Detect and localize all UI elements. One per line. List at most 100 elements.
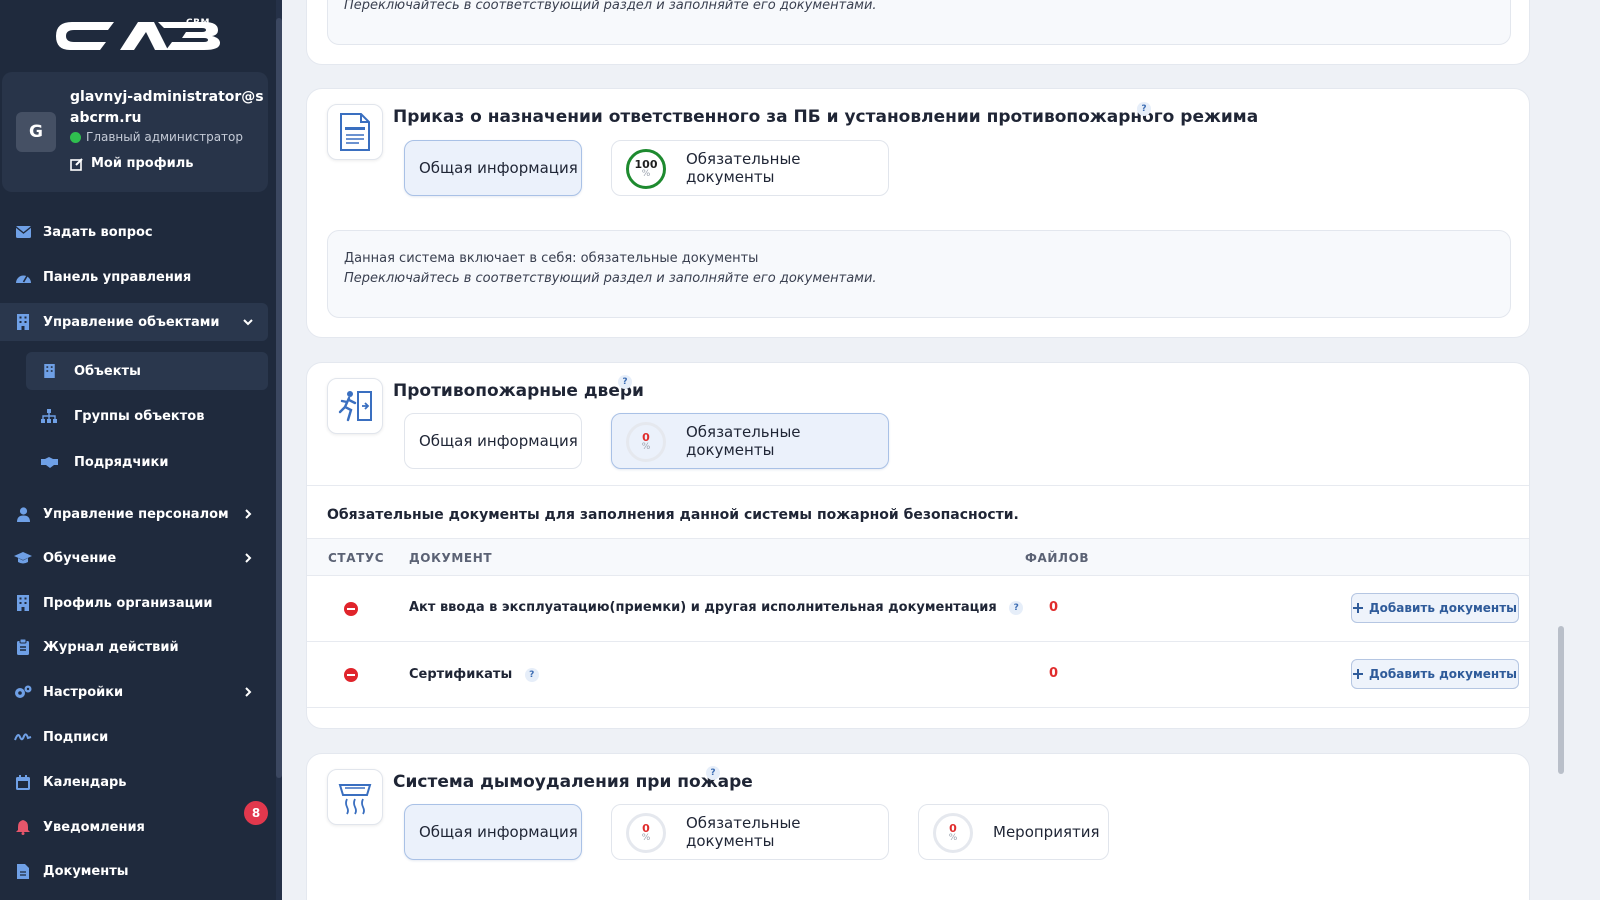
nav-documents-label: Документы: [43, 863, 129, 879]
progress-percent-sign: %: [948, 833, 958, 843]
nav-ask-question[interactable]: Задать вопрос: [0, 213, 268, 251]
help-icon[interactable]: ?: [618, 375, 632, 389]
tab-required-docs[interactable]: 100 % Обязательные документы: [611, 140, 889, 196]
tab-general-info-label: Общая информация: [419, 159, 578, 177]
document-order-icon: [327, 104, 383, 160]
nav-object-groups[interactable]: Группы объектов: [26, 397, 268, 435]
nav-ask-question-label: Задать вопрос: [43, 224, 153, 240]
nav-objects-label: Объекты: [74, 363, 141, 379]
help-icon[interactable]: ?: [706, 766, 720, 780]
progress-circle: 100 %: [626, 149, 666, 189]
tab-general-info[interactable]: Общая информация: [404, 413, 582, 469]
files-count: 0: [1049, 600, 1059, 615]
nav-journal[interactable]: Журнал действий: [0, 628, 268, 666]
plus-icon: [1352, 603, 1363, 613]
tab-general-info-label: Общая информация: [419, 823, 578, 841]
nav-settings[interactable]: Настройки: [0, 673, 268, 711]
nav-contractors-label: Подрядчики: [74, 454, 169, 470]
system-info-box: Данная система включает в себя: обязател…: [327, 230, 1511, 318]
status-missing-icon: [344, 668, 358, 682]
nav-notifications-label: Уведомления: [43, 819, 145, 835]
col-status: СТАТУС: [328, 551, 385, 565]
info-hint: Переключайтесь в соответствующий раздел …: [344, 271, 877, 286]
nav-org-profile-label: Профиль организации: [43, 595, 213, 611]
progress-percent-sign: %: [641, 442, 651, 452]
nav-dashboard[interactable]: Панель управления: [0, 258, 268, 296]
help-icon[interactable]: ?: [524, 667, 539, 682]
sidebar: CRM G glavnyj-administrator@sabcrm.ru Гл…: [0, 0, 282, 900]
nav-objects[interactable]: Объекты: [26, 352, 268, 390]
nav-training-label: Обучение: [43, 550, 117, 566]
my-profile-link[interactable]: Мой профиль: [70, 156, 193, 171]
document-name: Сертификаты ?: [409, 667, 539, 682]
nav-dashboard-label: Панель управления: [43, 269, 192, 285]
table-header: СТАТУС ДОКУМЕНТ ФАЙЛОВ: [307, 538, 1529, 576]
nav-staff-label: Управление персоналом: [43, 506, 229, 522]
progress-circle: 0 %: [626, 422, 666, 462]
add-documents-button[interactable]: Добавить документы: [1351, 593, 1519, 623]
status-missing-icon: [344, 602, 358, 616]
tab-general-info[interactable]: Общая информация: [404, 804, 582, 860]
progress-percent-sign: %: [641, 169, 651, 179]
system-title: Противопожарные двери: [393, 381, 644, 401]
info-includes: Данная система включает в себя: обязател…: [344, 251, 759, 266]
file-icon: [14, 862, 32, 880]
chevron-right-icon: [245, 509, 252, 519]
nav-object-groups-label: Группы объектов: [74, 408, 205, 424]
user-icon: [14, 505, 32, 523]
clipboard-icon: [14, 638, 32, 656]
tab-required-docs[interactable]: 0 % Обязательные документы: [611, 413, 889, 469]
help-icon[interactable]: ?: [1009, 600, 1024, 615]
tab-general-info[interactable]: Общая информация: [404, 140, 582, 196]
nav-journal-label: Журнал действий: [43, 639, 179, 655]
building-icon: [14, 594, 32, 612]
tab-required-docs-label: Обязательные документы: [686, 423, 801, 459]
chevron-right-icon: [245, 687, 252, 697]
logo-crm-label: CRM: [186, 18, 210, 28]
document-name: Акт ввода в эксплуатацию(приемки) и друг…: [409, 600, 1024, 615]
avatar[interactable]: G: [16, 112, 56, 152]
progress-circle: 0 %: [933, 813, 973, 853]
col-files: ФАЙЛОВ: [1025, 551, 1090, 565]
system-title: Система дымоудаления при пожаре: [393, 772, 753, 792]
sidebar-scrollbar-thumb[interactable]: [276, 18, 282, 778]
nav-calendar[interactable]: Календарь: [0, 763, 268, 801]
gears-icon: [14, 683, 32, 701]
help-icon[interactable]: ?: [1137, 102, 1151, 116]
table-row: Акт ввода в эксплуатацию(приемки) и друг…: [307, 576, 1529, 642]
main-scrollbar-thumb[interactable]: [1558, 626, 1564, 774]
nav-documents[interactable]: Документы: [0, 852, 268, 890]
system-card-order: Приказ о назначении ответственного за ПБ…: [306, 88, 1530, 338]
system-title: Приказ о назначении ответственного за ПБ…: [393, 107, 1259, 127]
nav-notifications[interactable]: Уведомления: [0, 808, 268, 846]
add-documents-label: Добавить документы: [1368, 601, 1518, 615]
tab-general-info-label: Общая информация: [419, 432, 578, 450]
nav-signatures[interactable]: Подписи: [0, 718, 268, 756]
edit-icon: [70, 157, 83, 171]
profile-card: G glavnyj-administrator@sabcrm.ru Главны…: [2, 72, 268, 192]
profile-role: Главный администратор: [70, 130, 243, 144]
handshake-icon: [40, 453, 58, 471]
nav-training[interactable]: Обучение: [0, 539, 268, 577]
col-document: ДОКУМЕНТ: [409, 551, 493, 565]
system-card-fire-doors: Противопожарные двери ? Общая информация…: [306, 362, 1530, 729]
nav-signatures-label: Подписи: [43, 729, 109, 745]
sitemap-icon: [40, 407, 58, 425]
tab-required-docs-label: Обязательные документы: [686, 814, 801, 850]
plus-icon: [1352, 669, 1363, 679]
tab-required-docs[interactable]: 0 % Обязательные документы: [611, 804, 889, 860]
nav-contractors[interactable]: Подрядчики: [26, 443, 268, 481]
progress-circle: 0 %: [626, 813, 666, 853]
tab-events[interactable]: 0 % Мероприятия: [918, 804, 1109, 860]
nav-objects-management[interactable]: Управление объектами: [0, 303, 268, 341]
system-card-smoke-removal: Система дымоудаления при пожаре ? Общая …: [306, 753, 1530, 900]
add-documents-button[interactable]: Добавить документы: [1351, 659, 1519, 689]
nav-org-profile[interactable]: Профиль организации: [0, 584, 268, 622]
system-info-box: Переключайтесь в соответствующий раздел …: [327, 0, 1511, 45]
nav-staff[interactable]: Управление персоналом: [0, 495, 268, 533]
add-documents-label: Добавить документы: [1368, 667, 1518, 681]
table-row: Сертификаты ? 0 Добавить документы: [307, 642, 1529, 708]
profile-email: glavnyj-administrator@sabcrm.ru: [70, 89, 264, 126]
smoke-exhaust-icon: [327, 769, 383, 825]
nav-objects-management-label: Управление объектами: [43, 314, 220, 330]
